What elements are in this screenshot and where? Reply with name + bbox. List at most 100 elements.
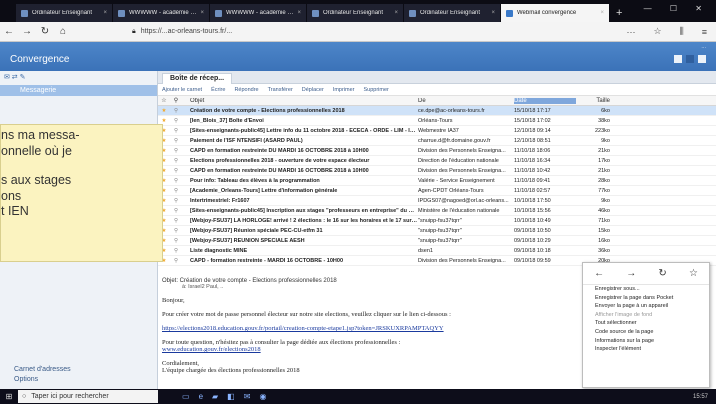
message-subject[interactable]: Elections professionnelles 2018 - ouvert… (182, 158, 418, 164)
new-tab-button[interactable]: + (616, 7, 622, 19)
browser-tab[interactable]: Ordinateur Enseignant × (307, 4, 403, 22)
message-row[interactable]: ★ ⚲ Liste diagnostic MINE dsen1 09/10/18 10:… (158, 246, 716, 256)
message-row[interactable]: ★ ⚲ Paiement de l'ISF NTENSIFI (ASARD PAUL… (158, 136, 716, 146)
close-tab-icon[interactable]: × (600, 10, 604, 16)
browser-tab[interactable]: Ordinateur Enseignant × (16, 4, 112, 22)
reload-icon[interactable]: ↻ (36, 26, 54, 37)
context-menu-item[interactable]: Tout sélectionner (583, 319, 709, 328)
message-row[interactable]: ★ ⚲ [Ien_Blois_37] Boîte d'Envoi Orléans-To… (158, 116, 716, 126)
message-subject[interactable]: [Sites-enseignants-public45] Inscription… (182, 208, 418, 214)
context-menu-item[interactable]: Enregistrer la page dans Pocket (583, 294, 709, 303)
options-link[interactable]: Options (14, 375, 71, 385)
taskbar-search[interactable]: ○ Taper ici pour rechercher (18, 390, 158, 403)
message-row[interactable]: ★ ⚲ [Academie_Orleans-Tours] Lettre d'info… (158, 186, 716, 196)
sidebar-folder[interactable] (0, 106, 157, 116)
mail-icon[interactable]: ✉ (244, 392, 251, 401)
message-row[interactable]: ★ ⚲ CAPD en formation restreinte DU MARDI … (158, 166, 716, 176)
window-controls[interactable]: — ☐ ✕ (644, 4, 710, 13)
context-menu-item[interactable]: Enregistrer sous... (583, 285, 709, 294)
attachment-column-icon[interactable]: ⚲ (170, 97, 182, 104)
firefox-icon[interactable]: ◉ (259, 392, 266, 401)
search-placeholder[interactable]: Taper ici pour rechercher (31, 393, 108, 400)
column-size[interactable]: Taille (576, 98, 616, 104)
close-tab-icon[interactable]: × (491, 10, 495, 16)
message-row[interactable]: ★ ⚲ Intertrimestriel: Fr1607 IPDGS07@nagoed… (158, 196, 716, 206)
message-subject[interactable]: [Webjoy-FSU37] LA HORLOGE! arrivé ! 2 él… (182, 218, 418, 224)
address-bar[interactable]: 🔒︎ https://...ac-orleans-tours.fr/... (132, 25, 562, 39)
message-row[interactable]: ★ ⚲ Pour info: Tableau des élèves à la pro… (158, 176, 716, 186)
message-subject[interactable]: [Webjoy-FSU37] RÉUNION SPÉCIALE AESH (182, 238, 418, 244)
flag-column-icon[interactable]: ☆ (158, 97, 170, 104)
message-row[interactable]: ★ ⚲ CAPD en formation restreinte DU MARDI … (158, 146, 716, 156)
reload-icon[interactable]: ↻ (658, 268, 666, 279)
address-text[interactable]: https://...ac-orleans-tours.fr/... (141, 28, 232, 35)
windows-start-icon[interactable]: ⊞ (0, 392, 18, 401)
context-menu-item[interactable]: Informations sur la page (583, 337, 709, 346)
message-subject[interactable]: [Webjoy-FSU37] Réunion spéciale PEC-CU-e… (182, 228, 418, 234)
library-icon[interactable]: ⫼ (680, 26, 684, 37)
back-icon[interactable]: ← (594, 268, 604, 279)
more-icon[interactable]: ··· (627, 27, 636, 37)
bookmark-star-icon[interactable]: ☆ (654, 26, 662, 37)
close-tab-icon[interactable]: × (394, 10, 398, 16)
folder-icon[interactable]: ▰ (212, 392, 218, 401)
close-tab-icon[interactable]: × (200, 10, 204, 16)
message-row[interactable]: ★ ⚲ Elections professionnelles 2018 - ouve… (158, 156, 716, 166)
sidebar-folder[interactable] (0, 96, 157, 106)
column-subject[interactable]: Objet (182, 98, 418, 104)
user-square-icon[interactable] (686, 55, 694, 63)
message-row[interactable]: ★ ⚲ [Webjoy-FSU37] RÉUNION SPÉCIALE AESH "s… (158, 236, 716, 246)
user-square-icon[interactable] (698, 55, 706, 63)
store-icon[interactable]: ◧ (227, 392, 235, 401)
user-square-icon[interactable] (674, 55, 682, 63)
edge-icon[interactable]: e (199, 392, 203, 401)
message-subject[interactable]: CAPD en formation restreinte DU MARDI 16… (182, 168, 418, 174)
header-links[interactable]: ... (701, 44, 706, 50)
message-row[interactable]: ★ ⚲ [Webjoy-FSU37] LA HORLOGE! arrivé ! 2 … (158, 216, 716, 226)
browser-tab[interactable]: WWWWW - académie d'Orléans-Tours× (113, 4, 209, 22)
browser-tab[interactable]: WWWWW - académie d'Orléans-Tours× (210, 4, 306, 22)
toolbar-button[interactable]: Supprimer (364, 87, 389, 93)
message-subject[interactable]: [Sites-enseignants-public45] Lettre info… (182, 128, 418, 134)
message-row[interactable]: ★ ⚲ Création de votre compte - Elections p… (158, 106, 716, 116)
message-row[interactable]: ★ ⚲ [Sites-enseignants-public45] Inscripti… (158, 206, 716, 216)
browser-tab[interactable]: Ordinateur Enseignant × (404, 4, 500, 22)
home-icon[interactable]: ⌂ (54, 26, 72, 37)
star-icon[interactable]: ★ (158, 118, 170, 124)
toolbar-button[interactable]: Ajouter le carnet (162, 87, 202, 93)
context-menu-item[interactable]: Code source de la page (583, 328, 709, 337)
message-subject[interactable]: [Academie_Orleans-Tours] Lettre d'inform… (182, 188, 418, 194)
message-subject[interactable]: Paiement de l'ISF NTENSIFI (ASARD PAUL) (182, 138, 418, 144)
account-area[interactable] (674, 55, 706, 63)
toolbar-button[interactable]: Imprimer (333, 87, 355, 93)
sidebar-tools[interactable]: ✉ ⇄ ✎ (0, 71, 157, 83)
close-tab-icon[interactable]: × (297, 10, 301, 16)
context-menu-item[interactable]: Envoyer la page à un appareil (583, 302, 709, 311)
toolbar-button[interactable]: Répondre (234, 87, 258, 93)
message-subject[interactable]: Création de votre compte - Elections pro… (182, 108, 418, 114)
star-icon[interactable]: ★ (158, 108, 170, 114)
sidebar-item-inbox[interactable]: Messagerie (0, 85, 157, 96)
message-subject[interactable]: Liste diagnostic MINE (182, 248, 418, 254)
forward-icon[interactable]: → (626, 268, 636, 279)
message-subject[interactable]: [Ien_Blois_37] Boîte d'Envoi (182, 118, 418, 124)
forward-icon[interactable]: → (18, 26, 36, 37)
message-row[interactable]: ★ ⚲ [Sites-enseignants-public45] Lettre in… (158, 126, 716, 136)
tab-inbox[interactable]: Boîte de récep... (162, 73, 233, 84)
task-view-icon[interactable]: ▭ (182, 392, 190, 401)
column-from[interactable]: De (418, 98, 514, 104)
column-date[interactable]: Date (514, 97, 576, 104)
menu-icon[interactable]: ≡ (702, 27, 707, 37)
back-icon[interactable]: ← (0, 26, 18, 37)
bookmark-star-icon[interactable]: ☆ (689, 268, 698, 279)
toolbar-button[interactable]: Déplacer (302, 87, 324, 93)
toolbar-button[interactable]: Écrire (211, 87, 225, 93)
message-subject[interactable]: CAPD - formation restreinte - MARDI 16 O… (182, 258, 418, 264)
browser-tab[interactable]: Webmail convergence × (501, 4, 609, 22)
message-subject[interactable]: Pour info: Tableau des élèves à la progr… (182, 178, 418, 184)
message-subject[interactable]: CAPD en formation restreinte DU MARDI 16… (182, 148, 418, 154)
context-menu-item[interactable]: Inspecter l'élément (583, 345, 709, 354)
message-row[interactable]: ★ ⚲ [Webjoy-FSU37] Réunion spéciale PEC-CU… (158, 226, 716, 236)
address-book-link[interactable]: Carnet d'adresses (14, 365, 71, 375)
system-clock[interactable]: 15:57 (693, 394, 708, 400)
